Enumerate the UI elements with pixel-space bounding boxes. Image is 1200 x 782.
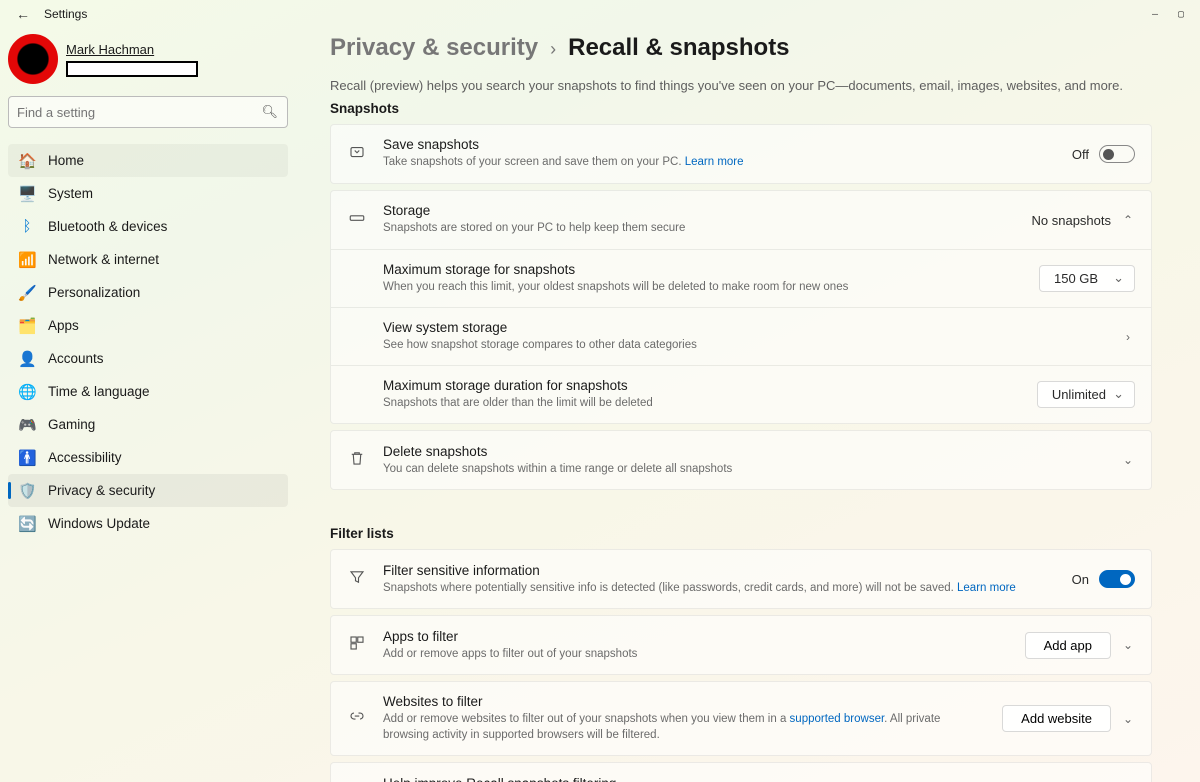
nav-icon: ᛒ [18, 218, 36, 235]
trash-icon [347, 449, 367, 472]
sidebar-item-bluetooth-devices[interactable]: ᛒ Bluetooth & devices [8, 210, 288, 243]
storage-row[interactable]: Storage Snapshots are stored on your PC … [331, 191, 1151, 249]
learn-more-link[interactable]: Learn more [957, 582, 1016, 594]
section-snapshots: Snapshots [330, 101, 1152, 116]
filter-icon [347, 568, 367, 591]
save-snapshots-row: Save snapshots Take snapshots of your sc… [331, 125, 1151, 183]
sidebar-item-network-internet[interactable]: 📶 Network & internet [8, 243, 288, 276]
sidebar-item-label: Time & language [48, 384, 150, 399]
delete-snapshots-row[interactable]: Delete snapshots You can delete snapshot… [331, 431, 1151, 489]
nav-icon: 🗂️ [18, 317, 36, 335]
sidebar-item-home[interactable]: 🏠 Home [8, 144, 288, 177]
sidebar-item-label: Windows Update [48, 516, 150, 531]
sidebar-item-label: Accessibility [48, 450, 122, 465]
nav-icon: 📶 [18, 251, 36, 269]
sidebar-item-apps[interactable]: 🗂️ Apps [8, 309, 288, 342]
app-title: Settings [44, 7, 87, 21]
sidebar-item-accessibility[interactable]: 🚹 Accessibility [8, 441, 288, 474]
chevron-right-icon: › [1121, 330, 1135, 344]
sidebar-item-label: Home [48, 153, 84, 168]
max-storage-select[interactable]: 150 GB [1039, 265, 1135, 292]
view-storage-row[interactable]: View system storage See how snapshot sto… [331, 307, 1151, 365]
chevron-up-icon: ⌃ [1121, 213, 1135, 227]
storage-value: No snapshots [1032, 213, 1112, 228]
nav-icon: 🔄 [18, 515, 36, 533]
maximize-button[interactable]: ▢ [1178, 9, 1184, 20]
avatar [8, 34, 58, 84]
filter-sensitive-toggle[interactable] [1099, 570, 1135, 588]
add-app-button[interactable]: Add app [1025, 632, 1111, 659]
back-button[interactable]: ← [16, 6, 30, 22]
sidebar-item-label: Apps [48, 318, 79, 333]
user-name: Mark Hachman [66, 42, 198, 57]
user-email-box [66, 61, 198, 77]
save-toggle-label: Off [1072, 147, 1089, 162]
snapshots-icon [347, 143, 367, 166]
max-duration-select[interactable]: Unlimited [1037, 381, 1135, 408]
add-website-button[interactable]: Add website [1002, 705, 1111, 732]
nav-icon: 🛡️ [18, 482, 36, 500]
apps-icon [347, 634, 367, 657]
nav-icon: 🏠 [18, 152, 36, 170]
section-filter: Filter lists [330, 526, 1152, 541]
filter-sensitive-row: Filter sensitive information Snapshots w… [331, 550, 1151, 608]
sidebar-item-label: Bluetooth & devices [48, 219, 167, 234]
sidebar-item-label: Network & internet [48, 252, 159, 267]
breadcrumb: Privacy & security › Recall & snapshots [330, 34, 1152, 62]
search-input[interactable] [8, 96, 288, 128]
sidebar-item-system[interactable]: 🖥️ System [8, 177, 288, 210]
nav-icon: 🌐 [18, 383, 36, 401]
sidebar-item-gaming[interactable]: 🎮 Gaming [8, 408, 288, 441]
max-storage-row: Maximum storage for snapshots When you r… [331, 249, 1151, 307]
chevron-down-icon: ⌄ [1121, 453, 1135, 467]
sidebar-item-time-language[interactable]: 🌐 Time & language [8, 375, 288, 408]
minimize-button[interactable]: — [1152, 9, 1158, 20]
sidebar-item-label: Accounts [48, 351, 104, 366]
chevron-right-icon: › [550, 39, 556, 60]
chevron-down-icon: ⌄ [1121, 712, 1135, 726]
apps-filter-row[interactable]: Apps to filter Add or remove apps to fil… [331, 616, 1151, 674]
sidebar-item-label: Gaming [48, 417, 95, 432]
nav-icon: 🎮 [18, 416, 36, 434]
nav-icon: 🖌️ [18, 284, 36, 302]
sidebar-item-label: System [48, 186, 93, 201]
nav-icon: 👤 [18, 350, 36, 368]
nav-icon: 🚹 [18, 449, 36, 467]
breadcrumb-parent[interactable]: Privacy & security [330, 34, 538, 62]
websites-filter-row[interactable]: Websites to filter Add or remove website… [331, 682, 1151, 755]
chevron-down-icon: ⌄ [1121, 638, 1135, 652]
user-block[interactable]: Mark Hachman [8, 34, 288, 96]
max-duration-row: Maximum storage duration for snapshots S… [331, 365, 1151, 423]
link-icon [347, 707, 367, 730]
search-icon: 🔍︎ [261, 104, 278, 120]
sidebar-item-label: Personalization [48, 285, 140, 300]
nav-icon: 🖥️ [18, 185, 36, 203]
sidebar-item-personalization[interactable]: 🖌️ Personalization [8, 276, 288, 309]
sidebar-item-windows-update[interactable]: 🔄 Windows Update [8, 507, 288, 540]
learn-more-link[interactable]: Learn more [685, 156, 744, 168]
page-description: Recall (preview) helps you search your s… [330, 78, 1152, 93]
sidebar-item-label: Privacy & security [48, 483, 155, 498]
page-title: Recall & snapshots [568, 34, 789, 62]
sidebar-item-privacy-security[interactable]: 🛡️ Privacy & security [8, 474, 288, 507]
storage-icon [347, 209, 367, 232]
sidebar-item-accounts[interactable]: 👤 Accounts [8, 342, 288, 375]
save-snapshots-toggle[interactable] [1099, 145, 1135, 163]
help-improve-row[interactable]: Help improve Recall snapshots filtering … [331, 763, 1151, 782]
supported-browser-link[interactable]: supported browser [790, 713, 885, 725]
filter-toggle-label: On [1072, 572, 1089, 587]
